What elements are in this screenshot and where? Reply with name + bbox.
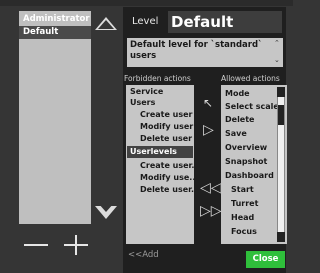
role-list[interactable]: Administrator Default	[19, 11, 91, 224]
move-down-arrow-icon[interactable]	[95, 203, 117, 219]
allowed-item-mode[interactable]: Mode	[225, 89, 277, 99]
allowed-item-head[interactable]: Head	[231, 213, 277, 223]
level-name-field[interactable]: Default	[168, 11, 282, 33]
allowed-scroll-down-icon[interactable]	[277, 232, 285, 242]
allowed-item-focus[interactable]: Focus	[231, 227, 277, 237]
forbidden-actions-list[interactable]: Service Users Create user Modify user De…	[126, 85, 194, 244]
role-item-administrator[interactable]: Administrator	[19, 13, 91, 26]
allowed-scroll-thumb[interactable]	[278, 105, 284, 125]
move-right-arrow-icon[interactable]: ▷	[203, 123, 214, 137]
forbidden-item-modify-user[interactable]: Modify user	[140, 122, 194, 132]
allowed-scroll-up-icon[interactable]	[277, 87, 285, 97]
forbidden-actions-header: Forbidden actions	[124, 74, 191, 83]
allowed-item-delete[interactable]: Delete	[225, 115, 277, 125]
add-role-plus-icon[interactable]	[64, 235, 88, 257]
forbidden-item-create-userlevel[interactable]: Create user...	[140, 161, 194, 171]
allowed-item-overview[interactable]: Overview	[225, 143, 277, 153]
add-action-button[interactable]: <<Add	[128, 250, 159, 260]
level-description-text: Default level for `standard` users	[130, 40, 263, 61]
role-item-default[interactable]: Default	[19, 26, 91, 39]
forbidden-item-service[interactable]: Service	[130, 87, 194, 97]
forbidden-item-delete-userlevel[interactable]: Delete user...	[140, 185, 194, 195]
allowed-item-snapshot[interactable]: Snapshot	[225, 157, 277, 167]
forbidden-item-users[interactable]: Users	[130, 98, 194, 108]
allowed-item-turret[interactable]: Turret	[231, 199, 277, 209]
forbidden-item-delete-user[interactable]: Delete user	[140, 134, 194, 144]
forbidden-item-modify-userlevel[interactable]: Modify use...	[140, 173, 194, 183]
move-all-right-arrow-icon[interactable]: ▷▷	[200, 204, 222, 218]
window-top-strip	[0, 0, 293, 6]
allowed-item-dashboard[interactable]: Dashboard	[225, 171, 277, 181]
remove-role-minus-icon[interactable]	[24, 244, 48, 246]
allowed-item-save[interactable]: Save	[225, 129, 277, 139]
close-button[interactable]: Close	[246, 251, 285, 268]
mouse-cursor-icon: ↖	[203, 96, 214, 110]
level-label: Level	[132, 16, 159, 27]
allowed-item-select-scale[interactable]: Select scale	[225, 102, 277, 112]
allowed-item-start[interactable]: Start	[231, 185, 277, 195]
move-up-arrow-icon[interactable]	[95, 17, 117, 30]
description-scroll-up-icon[interactable]: ⌃	[274, 39, 280, 47]
forbidden-item-create-user[interactable]: Create user	[140, 110, 194, 120]
allowed-actions-header: Allowed actions	[221, 74, 280, 83]
description-scroll-down-icon[interactable]: ⌄	[274, 56, 280, 64]
move-all-left-arrow-icon[interactable]: ◁◁	[200, 181, 222, 195]
forbidden-item-userlevels[interactable]: Userlevels	[127, 146, 193, 158]
